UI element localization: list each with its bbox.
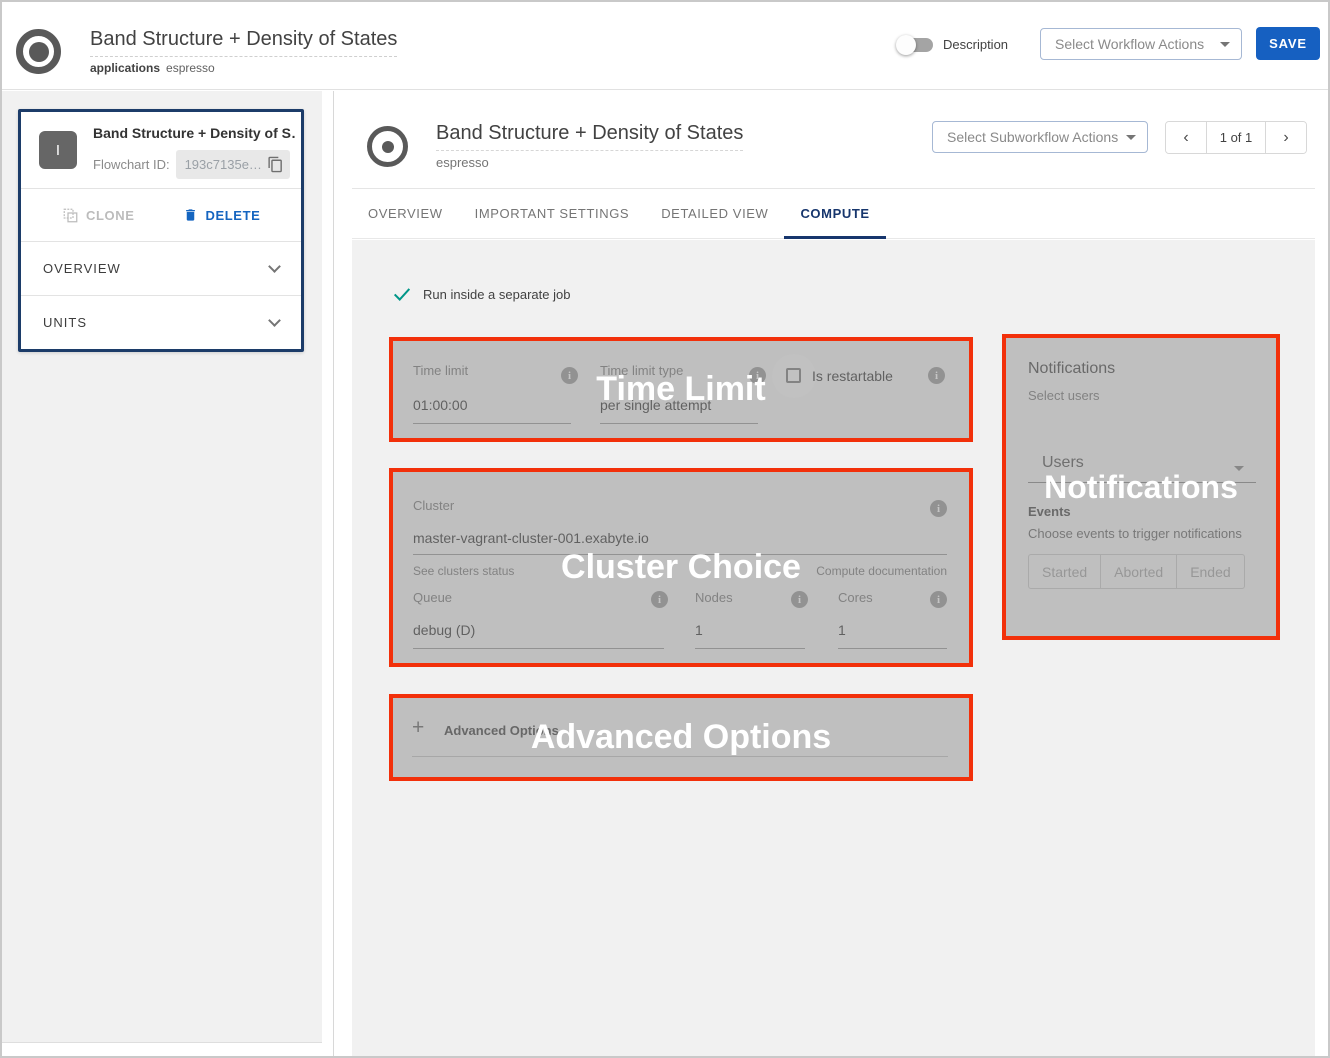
unit-card-actions: CLONE DELETE — [21, 188, 301, 241]
subworkflow-actions-select[interactable]: Select Subworkflow Actions — [932, 121, 1148, 153]
flowchart-id-label: Flowchart ID: — [93, 157, 170, 172]
run-separate-job-row[interactable]: Run inside a separate job — [391, 283, 570, 305]
units-section-label: UNITS — [43, 315, 87, 330]
annotation-overlay: Time Limit — [393, 341, 969, 438]
check-icon — [391, 283, 413, 305]
run-separate-job-label: Run inside a separate job — [423, 287, 570, 302]
main-content: Band Structure + Density of States espre… — [335, 90, 1328, 1056]
annotation-label-advanced-options: Advanced Options — [531, 718, 831, 757]
tab-overview[interactable]: OVERVIEW — [352, 189, 459, 238]
unit-type-badge: I — [39, 131, 77, 169]
unit-title: Band Structure + Density of S… — [93, 125, 295, 141]
annotation-overlay: Cluster Choice — [393, 472, 969, 663]
notifications-annotation-box: Notifications Select users Users Events … — [1002, 334, 1280, 640]
unit-card-header: I Band Structure + Density of S… Flowcha… — [21, 112, 301, 188]
pager-next-button[interactable]: › — [1266, 122, 1306, 153]
annotation-label-cluster-choice: Cluster Choice — [561, 548, 801, 587]
annotation-overlay: Advanced Options — [393, 698, 969, 777]
tab-compute[interactable]: COMPUTE — [784, 189, 885, 238]
unit-card: I Band Structure + Density of S… Flowcha… — [18, 109, 304, 352]
subworkflow-pager: ‹ 1 of 1 › — [1165, 121, 1307, 154]
save-button[interactable]: SAVE — [1256, 27, 1320, 60]
subworkflow-tabs: OVERVIEW IMPORTANT SETTINGS DETAILED VIE… — [352, 189, 1315, 239]
subworkflow-icon — [367, 126, 408, 167]
pager-prev-button[interactable]: ‹ — [1166, 122, 1206, 153]
copy-icon[interactable] — [267, 156, 284, 173]
chevron-down-icon — [268, 314, 281, 327]
subworkflow-application: espresso — [436, 155, 743, 170]
chevron-down-icon — [268, 260, 281, 273]
compute-panel: Run inside a separate job Time limit 01:… — [352, 240, 1315, 1056]
chevron-down-icon — [1126, 135, 1136, 140]
flowchart-id-value: 193c7135e… — [185, 157, 262, 172]
description-toggle[interactable] — [899, 38, 933, 52]
flowchart-id-chip[interactable]: 193c7135e… — [176, 150, 290, 179]
clone-button[interactable]: CLONE — [63, 208, 135, 223]
subworkflow-actions-label: Select Subworkflow Actions — [947, 129, 1118, 145]
top-header: Band Structure + Density of States appli… — [2, 2, 1328, 90]
pager-status: 1 of 1 — [1206, 122, 1266, 153]
workflow-actions-select[interactable]: Select Workflow Actions — [1040, 28, 1242, 60]
annotation-label-time-limit: Time Limit — [596, 370, 765, 409]
overview-section-label: OVERVIEW — [43, 261, 121, 276]
tab-important-settings[interactable]: IMPORTANT SETTINGS — [459, 189, 646, 238]
clone-label: CLONE — [86, 208, 135, 223]
chevron-down-icon — [1220, 42, 1230, 47]
time-limit-annotation-box: Time limit 01:00:00 Time limit type per … — [389, 337, 973, 442]
application-name: espresso — [166, 61, 215, 75]
app-window: Band Structure + Density of States appli… — [0, 0, 1330, 1058]
sidebar-section-overview[interactable]: OVERVIEW — [21, 241, 301, 295]
description-label: Description — [943, 37, 1008, 52]
annotation-overlay: Notifications — [1006, 338, 1276, 636]
delete-label: DELETE — [206, 208, 261, 223]
subworkflow-title[interactable]: Band Structure + Density of States — [436, 122, 743, 151]
advanced-options-annotation-box: + Advanced Options Advanced Options — [389, 694, 973, 781]
toggle-knob-icon — [896, 35, 916, 55]
sidebar-section-units[interactable]: UNITS — [21, 295, 301, 349]
workflow-actions-label: Select Workflow Actions — [1055, 36, 1204, 52]
annotation-label-notifications: Notifications — [1044, 469, 1238, 506]
workflow-title[interactable]: Band Structure + Density of States — [90, 28, 397, 57]
delete-button[interactable]: DELETE — [183, 207, 261, 223]
cluster-annotation-box: Cluster master-vagrant-cluster-001.exaby… — [389, 468, 973, 667]
applications-label: applications — [90, 61, 160, 75]
workflow-subtitle: applications espresso — [90, 61, 397, 75]
sidebar: I Band Structure + Density of S… Flowcha… — [2, 91, 334, 1056]
workflow-logo-icon — [16, 29, 61, 74]
tab-detailed-view[interactable]: DETAILED VIEW — [645, 189, 784, 238]
